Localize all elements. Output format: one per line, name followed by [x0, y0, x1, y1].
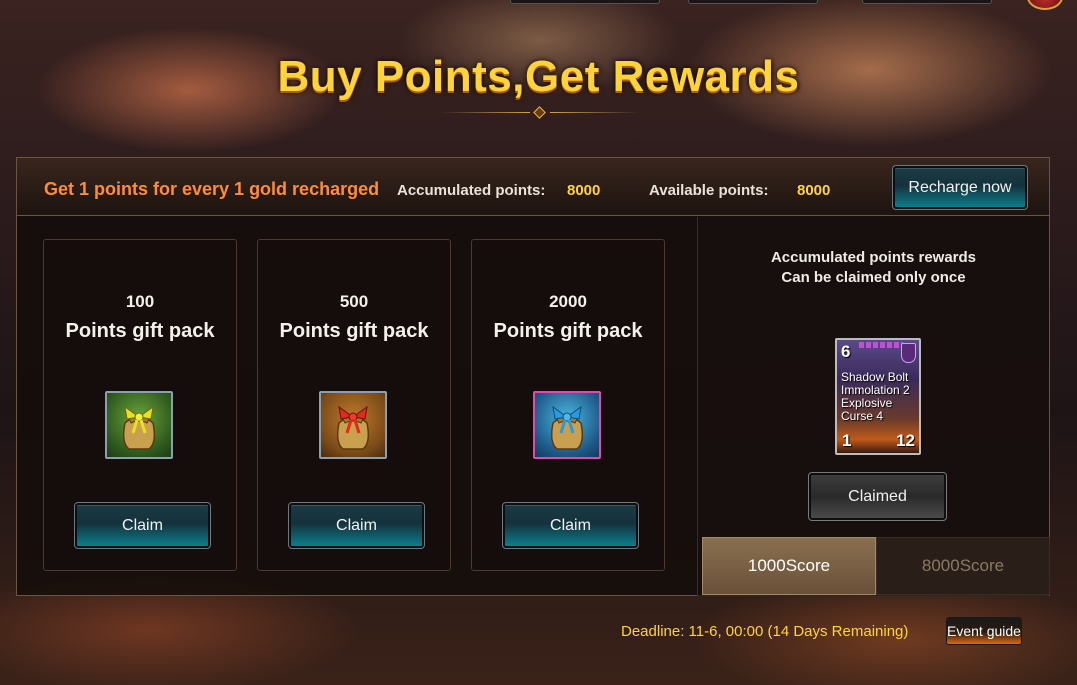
blue-ribbon-gift-bag-icon[interactable]	[533, 391, 601, 459]
pack-name: Points gift pack	[493, 320, 643, 342]
rewards-description: Accumulated points rewards Can be claime…	[698, 248, 1049, 288]
gift-pack-card: 100 Points gift pack Claim	[43, 239, 237, 571]
card-cost: 6	[841, 342, 851, 361]
rewards-description-line: Can be claimed only once	[781, 269, 966, 286]
card-star-gems	[859, 342, 903, 348]
score-tab-8000[interactable]: 8000Score	[876, 537, 1050, 595]
top-bar-fragment	[510, 0, 660, 4]
claim-button[interactable]: Claim	[502, 502, 639, 549]
claim-button[interactable]: Claim	[288, 502, 425, 549]
gift-pack-card: 2000 Points gift pack Claim	[471, 239, 665, 571]
top-bar-fragment	[688, 0, 818, 4]
accumulated-points-label: Accumulated points:	[397, 182, 546, 199]
claim-button[interactable]: Claim	[74, 502, 211, 549]
points-rule-text: Get 1 points for every 1 gold recharged	[44, 179, 380, 199]
title-ornament	[440, 106, 640, 119]
red-ribbon-gift-bag-icon[interactable]	[319, 391, 387, 459]
card-ability: Curse 4	[841, 409, 884, 423]
pack-points-amount: 2000	[549, 292, 587, 311]
claimed-button[interactable]: Claimed	[808, 472, 947, 521]
rewards-description-line: Accumulated points rewards	[770, 249, 977, 266]
accumulated-points-value: 8000	[567, 182, 601, 199]
close-orb-icon[interactable]	[1027, 0, 1063, 10]
reward-card[interactable]: 6 Shadow Bolt Immolation 2 Explosive Cur…	[835, 338, 921, 455]
event-guide-button[interactable]: Event guide	[946, 617, 1022, 645]
event-panel: Get 1 points for every 1 gold recharged …	[16, 157, 1050, 596]
gift-pack-card: 500 Points gift pack Claim	[257, 239, 451, 571]
pack-name: Points gift pack	[65, 320, 215, 342]
green-ribbon-gift-bag-icon[interactable]	[105, 391, 173, 459]
card-attack: 1	[842, 431, 852, 450]
pack-name: Points gift pack	[279, 320, 429, 342]
event-deadline: Deadline: 11-6, 00:00 (14 Days Remaining…	[621, 623, 909, 640]
card-health: 12	[896, 431, 915, 450]
clan-shield-icon	[901, 343, 916, 363]
card-abilities: Shadow Bolt Immolation 2 Explosive Curse…	[841, 371, 910, 423]
pack-points-amount: 100	[125, 292, 155, 311]
available-points-value: 8000	[797, 182, 831, 199]
pack-points-amount: 500	[339, 292, 369, 311]
top-bar-fragment	[862, 0, 992, 4]
recharge-now-button[interactable]: Recharge now	[892, 165, 1028, 210]
accumulated-rewards-section: Accumulated points rewards Can be claime…	[697, 217, 1050, 596]
page-title: Buy Points,Get Rewards	[277, 52, 800, 101]
points-info-bar: Get 1 points for every 1 gold recharged …	[17, 158, 1049, 216]
score-tab-1000[interactable]: 1000Score	[702, 537, 876, 595]
available-points-label: Available points:	[649, 182, 769, 199]
